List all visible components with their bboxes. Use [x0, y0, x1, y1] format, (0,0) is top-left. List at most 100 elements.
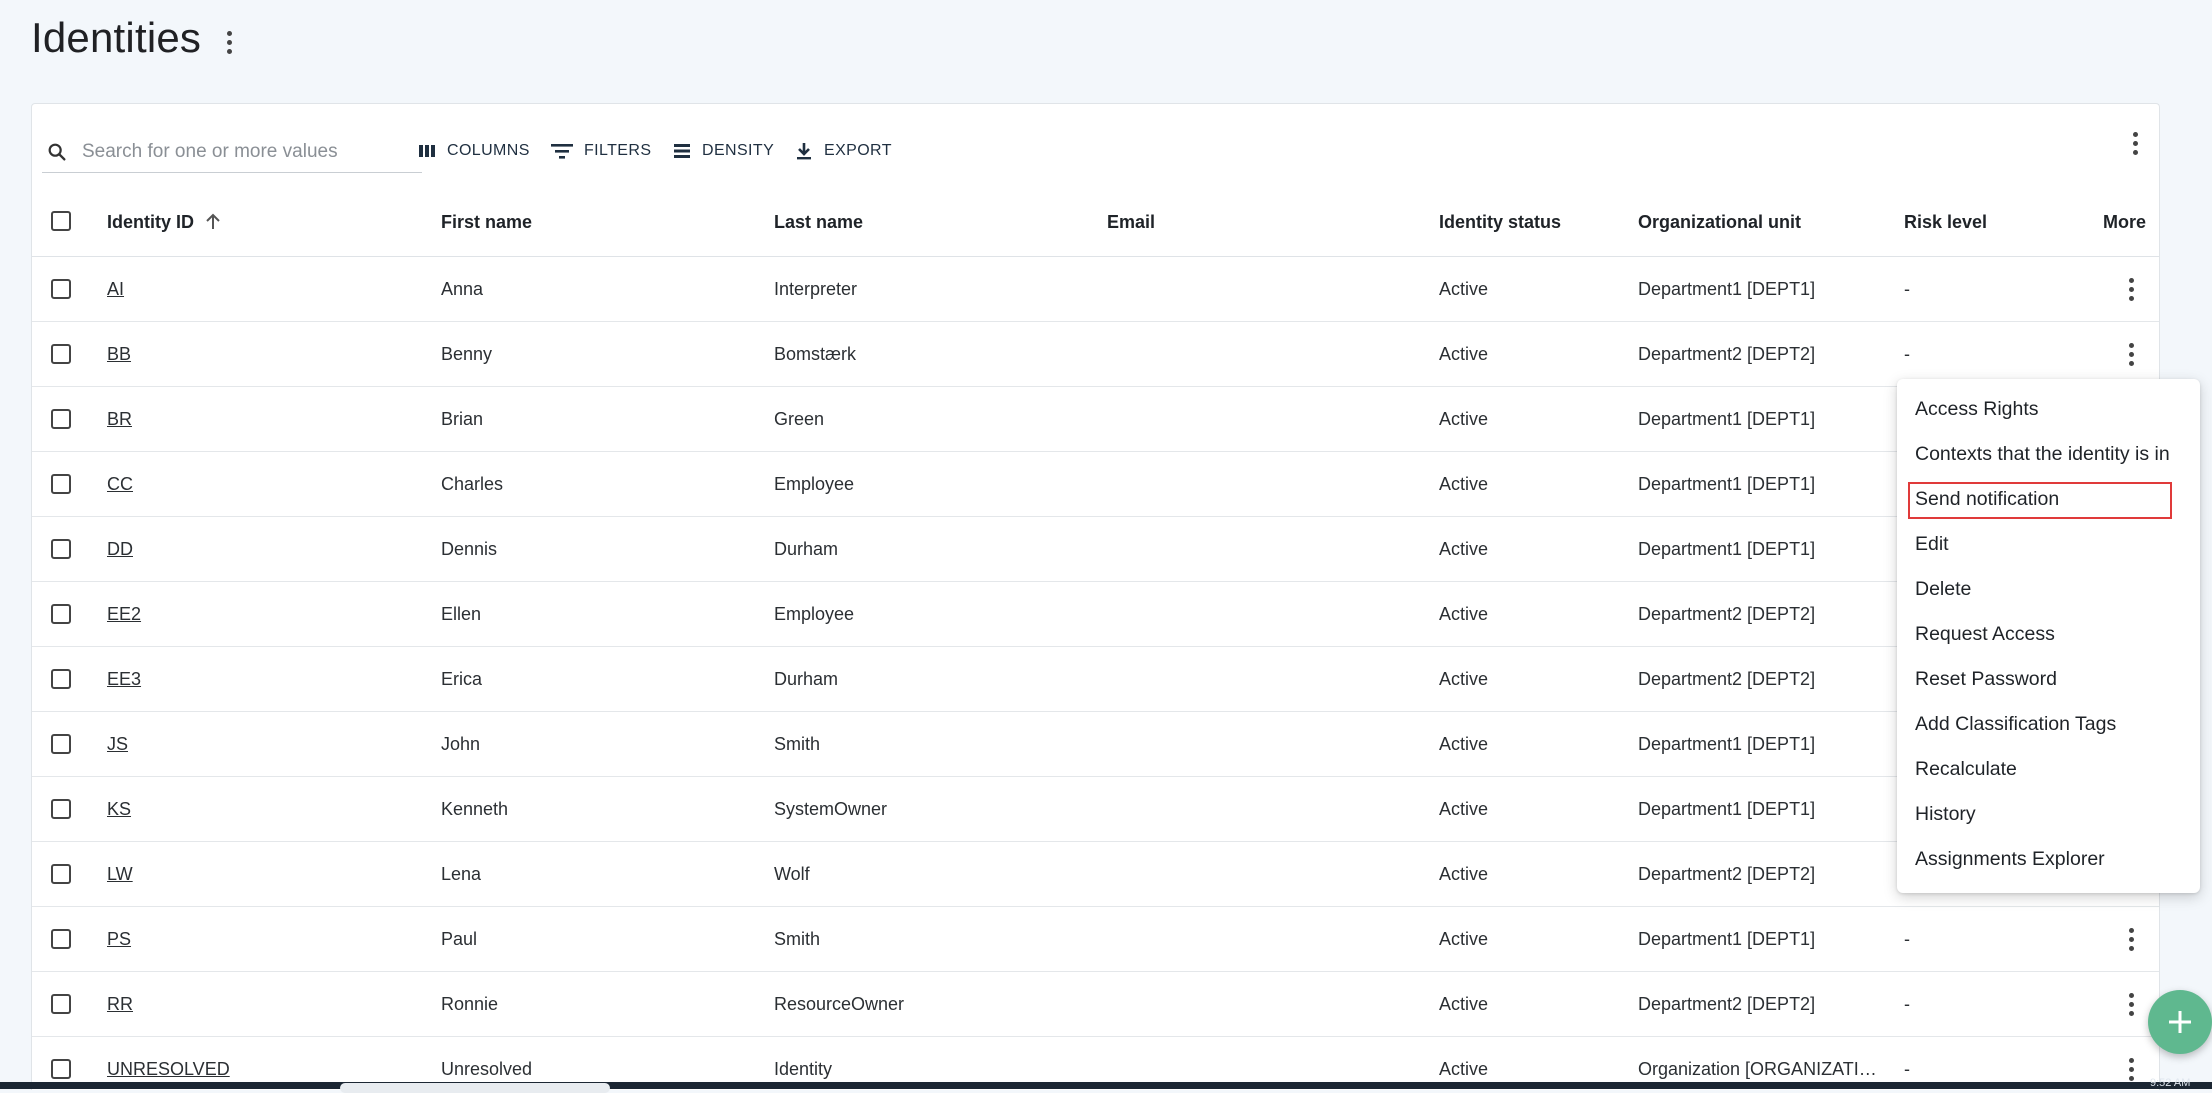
add-identity-button[interactable]	[2148, 990, 2212, 1054]
table-row[interactable]: DD Dennis Durham Active Department1 [DEPT1]	[32, 517, 2159, 582]
row-checkbox[interactable]	[51, 734, 71, 754]
cell-last-name: Smith	[774, 928, 821, 949]
header-identity-status[interactable]: Identity status	[1439, 188, 1561, 256]
table-row[interactable]: BR Brian Green Active Department1 [DEPT1]	[32, 387, 2159, 452]
row-checkbox[interactable]	[51, 279, 71, 299]
menu-item-contexts-that-the-identity-is-in[interactable]: Contexts that the identity is in	[1915, 434, 2170, 474]
taskbar-clock: 9:52 AM	[2150, 1077, 2191, 1089]
menu-item-send-notification[interactable]: Send notification	[1915, 479, 2059, 519]
row-more-button[interactable]	[2119, 987, 2143, 1021]
columns-label: COLUMNS	[447, 142, 530, 159]
cell-identity-status: Active	[1439, 343, 1489, 364]
menu-item-delete[interactable]: Delete	[1915, 569, 1971, 609]
row-context-menu: Access Rights Contexts that the identity …	[1897, 379, 2200, 893]
row-more-button[interactable]	[2119, 272, 2143, 306]
row-checkbox[interactable]	[51, 669, 71, 689]
menu-item-recalculate[interactable]: Recalculate	[1915, 749, 2017, 789]
taskbar-search[interactable]	[340, 1083, 610, 1093]
cell-identity-id[interactable]: AI	[107, 257, 124, 321]
cell-organizational-unit: Department1 [DEPT1]	[1638, 473, 1816, 494]
density-button[interactable]: DENSITY	[672, 134, 774, 168]
header-last-name[interactable]: Last name	[774, 188, 863, 256]
table-row[interactable]: JS John Smith Active Department1 [DEPT1]	[32, 712, 2159, 777]
menu-item-edit[interactable]: Edit	[1915, 524, 1949, 564]
cell-identity-id[interactable]: BB	[107, 322, 131, 386]
table-row[interactable]: AI Anna Interpreter Active Department1 [DEPT…	[32, 257, 2159, 322]
menu-item-reset-password[interactable]: Reset Password	[1915, 659, 2057, 699]
row-more-button[interactable]	[2119, 337, 2143, 371]
row-more-button[interactable]	[2119, 1052, 2143, 1086]
cell-identity-id[interactable]: PS	[107, 907, 131, 971]
more-vertical-icon	[226, 30, 232, 36]
filters-button[interactable]: FILTERS	[550, 134, 651, 168]
header-email[interactable]: Email	[1107, 188, 1155, 256]
table-row[interactable]: LW Lena Wolf Active Department2 [DEPT2]	[32, 842, 2159, 907]
table-row[interactable]: KS Kenneth SystemOwner Active Department1 [D…	[32, 777, 2159, 842]
cell-identity-id[interactable]: EE3	[107, 647, 141, 711]
row-checkbox[interactable]	[51, 929, 71, 949]
menu-item-access-rights[interactable]: Access Rights	[1915, 389, 2039, 429]
search-box[interactable]	[42, 132, 422, 173]
cell-identity-status: Active	[1439, 863, 1489, 884]
table-row[interactable]: RR Ronnie ResourceOwner Active Department2 […	[32, 972, 2159, 1037]
cell-first-name: Paul	[441, 928, 478, 949]
row-checkbox[interactable]	[51, 604, 71, 624]
header-first-name[interactable]: First name	[441, 188, 532, 256]
menu-item-assignments-explorer[interactable]: Assignments Explorer	[1915, 839, 2105, 879]
cell-identity-status: Active	[1439, 538, 1489, 559]
export-button[interactable]: EXPORT	[794, 134, 892, 168]
cell-identity-id[interactable]: JS	[107, 712, 128, 776]
cell-first-name: Kenneth	[441, 798, 509, 819]
arrow-up-icon[interactable]	[204, 212, 222, 232]
cell-last-name: SystemOwner	[774, 798, 888, 819]
cell-organizational-unit: Department1 [DEPT1]	[1638, 798, 1816, 819]
cell-identity-id[interactable]: EE2	[107, 582, 141, 646]
row-checkbox[interactable]	[51, 474, 71, 494]
download-icon	[797, 143, 811, 160]
table-row[interactable]: CC Charles Employee Active Department1 [DEPT…	[32, 452, 2159, 517]
more-vertical-icon	[2128, 1057, 2134, 1063]
cell-identity-id[interactable]: KS	[107, 777, 131, 841]
cell-first-name: Ellen	[441, 603, 482, 624]
cell-last-name: Wolf	[774, 863, 810, 884]
table-row[interactable]: BB Benny Bomstærk Active Department2 [DEPT2]…	[32, 322, 2159, 387]
row-checkbox[interactable]	[51, 799, 71, 819]
search-input[interactable]	[80, 140, 404, 164]
cell-risk-level: -	[1904, 993, 1910, 1014]
header-organizational-unit[interactable]: Organizational unit	[1638, 188, 1801, 256]
table-row[interactable]: EE2 Ellen Employee Active Department2 [DEPT2…	[32, 582, 2159, 647]
header-identity-id[interactable]: Identity ID	[107, 188, 222, 256]
menu-item-history[interactable]: History	[1915, 794, 1976, 834]
cell-identity-id[interactable]: BR	[107, 387, 132, 451]
columns-button[interactable]: COLUMNS	[417, 134, 530, 168]
cell-organizational-unit: Department1 [DEPT1]	[1638, 408, 1816, 429]
cell-identity-id[interactable]: DD	[107, 517, 133, 581]
cell-last-name: Green	[774, 408, 825, 429]
menu-item-request-access[interactable]: Request Access	[1915, 614, 2055, 654]
menu-item-add-classification-tags[interactable]: Add Classification Tags	[1915, 704, 2116, 744]
row-checkbox[interactable]	[51, 994, 71, 1014]
row-checkbox[interactable]	[51, 539, 71, 559]
identities-table-card: COLUMNS FILTERS DENSITY EXPORT	[31, 103, 2160, 1090]
row-more-button[interactable]	[2119, 922, 2143, 956]
cell-last-name: ResourceOwner	[774, 993, 905, 1014]
row-checkbox[interactable]	[51, 864, 71, 884]
filter-icon	[551, 144, 573, 159]
table-row[interactable]: EE3 Erica Durham Active Department2 [DEPT2]	[32, 647, 2159, 712]
header-risk-level[interactable]: Risk level	[1904, 188, 1987, 256]
row-checkbox[interactable]	[51, 344, 71, 364]
cell-identity-id[interactable]: LW	[107, 842, 133, 906]
cell-first-name: Brian	[441, 408, 484, 429]
table-row[interactable]: PS Paul Smith Active Department1 [DEPT1] -	[32, 907, 2159, 972]
cell-identity-status: Active	[1439, 473, 1489, 494]
toolbar-more-button[interactable]	[2123, 126, 2147, 160]
cell-identity-id[interactable]: CC	[107, 452, 133, 516]
cell-identity-id[interactable]: RR	[107, 972, 133, 1036]
select-all-checkbox[interactable]	[51, 211, 71, 231]
row-checkbox[interactable]	[51, 409, 71, 429]
cell-organizational-unit: Department1 [DEPT1]	[1638, 538, 1816, 559]
more-vertical-icon	[2132, 131, 2138, 137]
page-more-button[interactable]	[217, 25, 241, 59]
cell-first-name: Lena	[441, 863, 482, 884]
row-checkbox[interactable]	[51, 1059, 71, 1079]
